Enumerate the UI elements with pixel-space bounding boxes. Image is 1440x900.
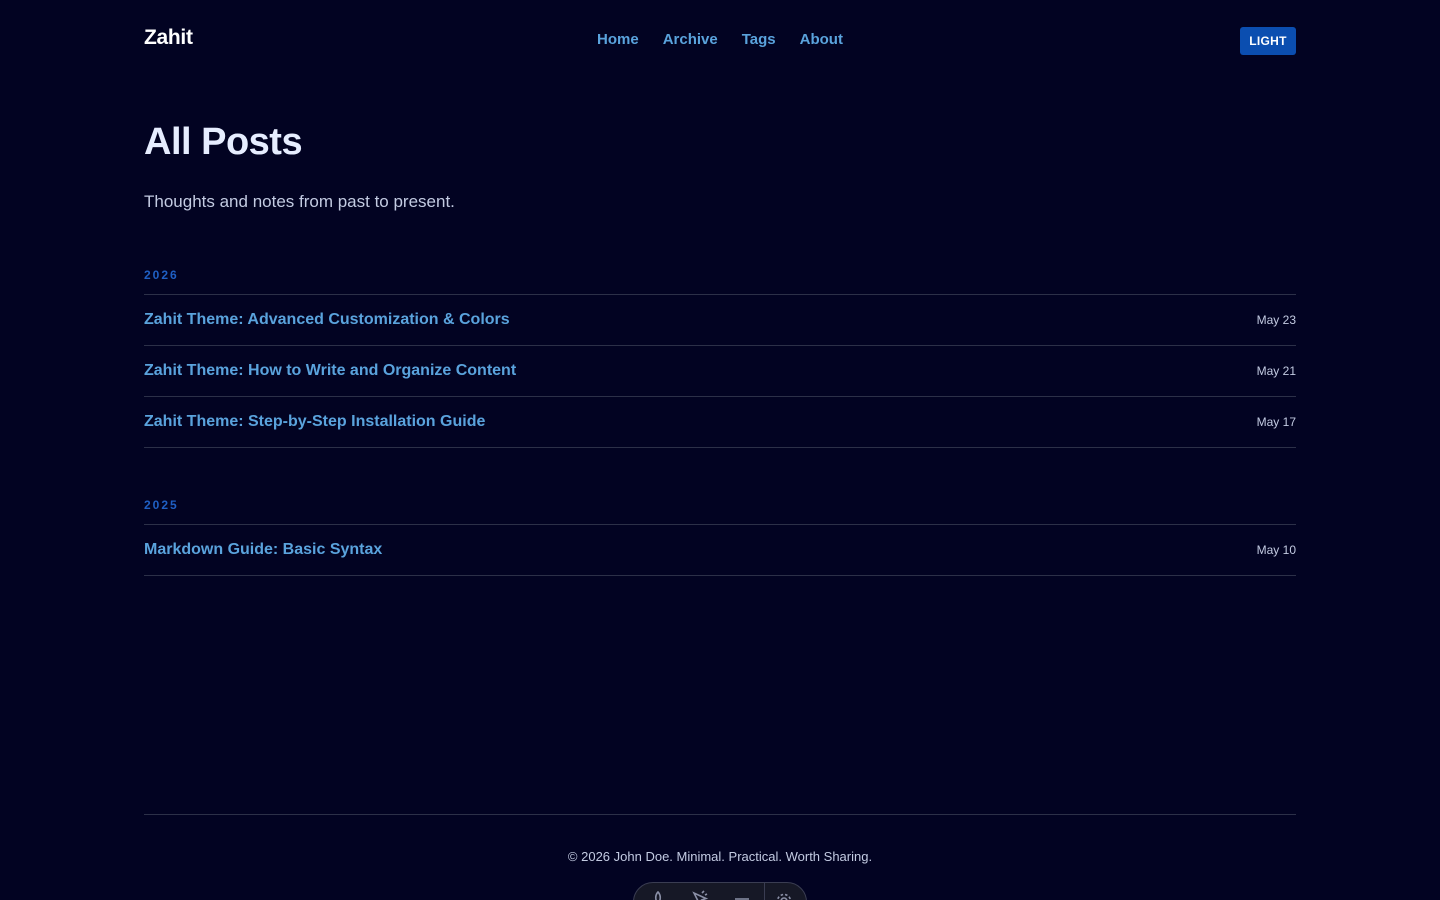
year-section-2026: 2026 Zahit Theme: Advanced Customization… [144, 268, 1296, 448]
post-title-link[interactable]: Zahit Theme: Advanced Customization & Co… [144, 311, 510, 329]
nav-link-home[interactable]: Home [597, 31, 639, 48]
page-subtitle: Thoughts and notes from past to present. [144, 192, 455, 211]
post-row: Zahit Theme: How to Write and Organize C… [144, 346, 1296, 397]
theme-toggle-button[interactable]: LIGHT [1240, 27, 1296, 55]
year-heading: 2026 [144, 268, 1296, 295]
post-row: Zahit Theme: Step-by-Step Installation G… [144, 397, 1296, 448]
nav-link-archive[interactable]: Archive [663, 31, 718, 48]
site-footer: © 2026 John Doe. Minimal. Practical. Wor… [144, 814, 1296, 864]
page-title: All Posts [144, 121, 303, 163]
post-date: May 23 [1256, 313, 1296, 327]
rocket-icon[interactable] [648, 889, 668, 900]
year-heading: 2025 [144, 498, 1296, 525]
pointer-icon[interactable] [690, 889, 710, 900]
post-date: May 10 [1256, 543, 1296, 557]
main-nav: Home Archive Tags About [597, 31, 843, 48]
post-row: Markdown Guide: Basic Syntax May 10 [144, 525, 1296, 576]
menu-icon[interactable] [732, 889, 752, 900]
year-section-2025: 2025 Markdown Guide: Basic Syntax May 10 [144, 498, 1296, 576]
post-title-link[interactable]: Markdown Guide: Basic Syntax [144, 541, 382, 559]
post-date: May 17 [1256, 415, 1296, 429]
toolbar-divider [764, 883, 765, 900]
footer-copyright: © 2026 John Doe. Minimal. Practical. Wor… [567, 849, 873, 864]
page: Zahit Home Archive Tags About LIGHT All … [0, 0, 1440, 900]
site-brand-link[interactable]: Zahit [144, 26, 193, 50]
dev-toolbar [633, 882, 807, 900]
main-content: All Posts Thoughts and notes from past t… [144, 116, 1296, 576]
gear-icon[interactable] [774, 889, 794, 900]
post-title-link[interactable]: Zahit Theme: Step-by-Step Installation G… [144, 413, 485, 431]
site-header: Zahit Home Archive Tags About LIGHT [144, 0, 1296, 82]
post-date: May 21 [1256, 364, 1296, 378]
post-title-link[interactable]: Zahit Theme: How to Write and Organize C… [144, 362, 516, 380]
nav-link-about[interactable]: About [800, 31, 843, 48]
nav-link-tags[interactable]: Tags [742, 31, 776, 48]
post-row: Zahit Theme: Advanced Customization & Co… [144, 295, 1296, 346]
